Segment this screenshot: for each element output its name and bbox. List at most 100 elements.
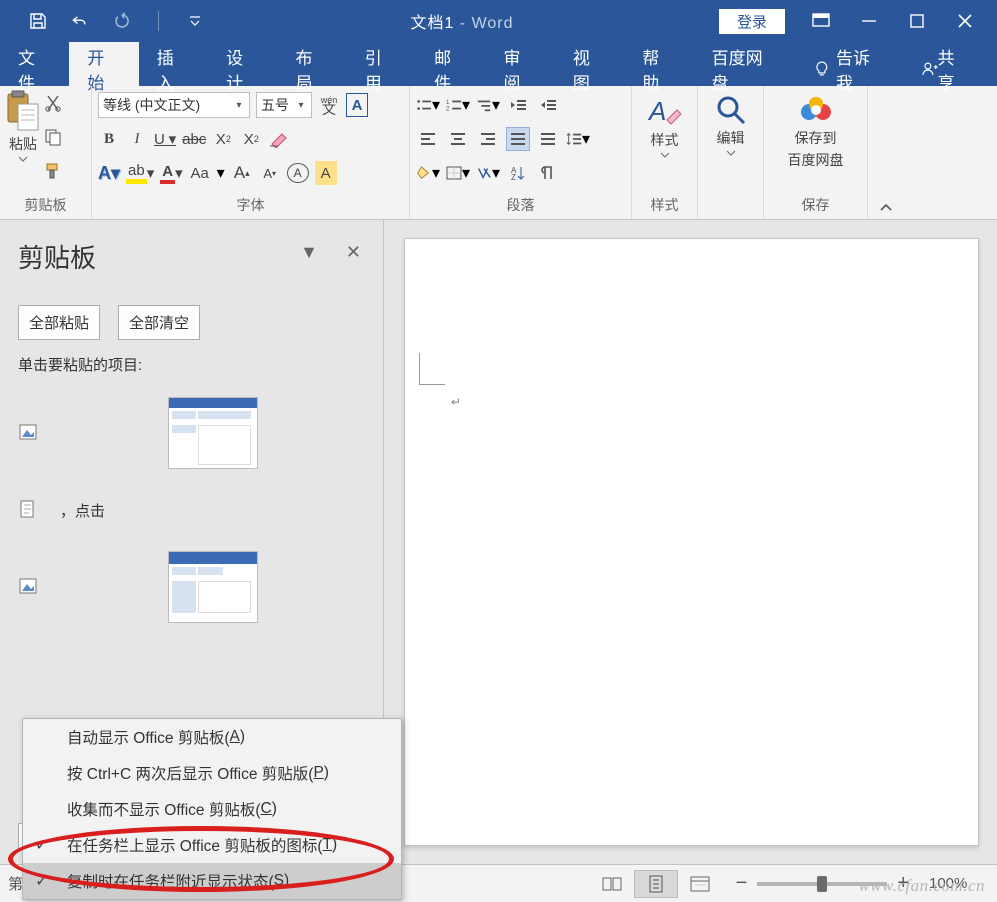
bold-button[interactable]: B — [98, 127, 120, 151]
text-effects-button[interactable]: A▾ — [98, 161, 120, 185]
tab-view[interactable]: 视图 — [555, 42, 624, 86]
qat-customize-icon[interactable] — [185, 11, 205, 31]
clear-formatting-icon[interactable] — [268, 127, 290, 151]
show-marks-icon[interactable] — [536, 161, 560, 185]
shading-icon[interactable]: ▾ — [416, 161, 440, 185]
zoom-slider-thumb[interactable] — [817, 876, 827, 892]
asian-layout-icon[interactable]: ▾ — [476, 161, 500, 185]
font-size-combo[interactable]: 五号 ▾ — [256, 92, 312, 118]
chevron-down-icon — [18, 156, 28, 162]
paste-button[interactable]: 粘贴 — [6, 90, 40, 162]
paste-all-button[interactable]: 全部粘贴 — [18, 305, 100, 340]
align-center-icon[interactable] — [446, 127, 470, 151]
cut-icon[interactable] — [44, 94, 66, 116]
char-shading-button[interactable]: A — [315, 161, 337, 185]
zoom-out-button[interactable]: − — [736, 872, 748, 895]
read-mode-icon[interactable] — [590, 870, 634, 898]
print-layout-icon[interactable] — [634, 870, 678, 898]
justify-icon[interactable] — [506, 127, 530, 151]
clipboard-item[interactable] — [18, 541, 365, 643]
font-name-combo[interactable]: 等线 (中文正文) ▾ — [98, 92, 250, 118]
increase-indent-icon[interactable] — [536, 93, 560, 117]
document-area[interactable]: ↵ — [384, 220, 997, 864]
text-item-icon — [18, 499, 40, 521]
menu-collect-no-show[interactable]: 收集而不显示 Office 剪贴板(C) — [23, 791, 401, 827]
share-button[interactable]: 共享 — [904, 42, 997, 86]
copy-icon[interactable] — [44, 128, 66, 150]
tab-layout[interactable]: 布局 — [277, 42, 346, 86]
login-button[interactable]: 登录 — [719, 9, 785, 34]
decrease-indent-icon[interactable] — [506, 93, 530, 117]
clipboard-item-text: ，点击 — [60, 500, 105, 521]
phonetic-guide-icon[interactable]: wén文 — [318, 93, 340, 117]
sort-icon[interactable]: AZ — [506, 161, 530, 185]
web-layout-icon[interactable] — [678, 870, 722, 898]
highlight-button[interactable]: ab▾ — [126, 161, 154, 185]
menu-auto-show[interactable]: 自动显示 Office 剪贴板(A) — [23, 719, 401, 755]
redo-icon[interactable] — [112, 11, 132, 31]
image-item-icon — [18, 422, 40, 444]
collapse-ribbon-icon[interactable] — [868, 86, 904, 219]
document-page[interactable]: ↵ — [404, 238, 979, 846]
page-indicator[interactable]: 第 — [8, 873, 23, 894]
panel-hint: 单击要粘贴的项目: — [18, 354, 365, 375]
menu-show-status[interactable]: ✓ 复制时在任务栏附近显示状态(S) — [23, 863, 401, 899]
italic-button[interactable]: I — [126, 127, 148, 151]
title-bar: 文档1 - Word 登录 — [0, 0, 997, 42]
numbering-icon[interactable]: 12▾ — [446, 93, 470, 117]
editing-button[interactable]: 编辑 — [704, 90, 757, 156]
align-left-icon[interactable] — [416, 127, 440, 151]
undo-icon[interactable] — [70, 11, 90, 31]
tab-insert[interactable]: 插入 — [139, 42, 208, 86]
margin-corner — [419, 353, 445, 385]
character-border-icon[interactable]: A — [346, 93, 368, 117]
save-icon[interactable] — [28, 11, 48, 31]
font-name-value: 等线 (中文正文) — [103, 95, 233, 115]
titlebar-right: 登录 — [719, 9, 997, 34]
multilevel-list-icon[interactable]: ▾ — [476, 93, 500, 117]
tab-review[interactable]: 审阅 — [486, 42, 555, 86]
menu-ctrl-c-twice[interactable]: 按 Ctrl+C 两次后显示 Office 剪贴版(P) — [23, 755, 401, 791]
maximize-icon[interactable] — [905, 9, 929, 33]
clear-all-button[interactable]: 全部清空 — [118, 305, 200, 340]
tab-design[interactable]: 设计 — [208, 42, 277, 86]
superscript-button[interactable]: X2 — [240, 127, 262, 151]
grow-font-button[interactable]: A▴ — [231, 161, 253, 185]
strikethrough-button[interactable]: abc — [182, 127, 206, 151]
menu-taskbar-icon[interactable]: ✓ 在任务栏上显示 Office 剪贴板的图标(T) — [23, 827, 401, 863]
underline-button[interactable]: U ▾ — [154, 127, 176, 151]
panel-close-icon[interactable]: ✕ — [346, 242, 361, 263]
change-case-button[interactable]: Aa — [189, 161, 211, 185]
ribbon-display-icon[interactable] — [809, 9, 833, 33]
clipboard-item[interactable] — [18, 387, 365, 489]
tab-help[interactable]: 帮助 — [624, 42, 693, 86]
distributed-icon[interactable] — [536, 127, 560, 151]
shrink-font-button[interactable]: A▾ — [259, 161, 281, 185]
svg-text:2: 2 — [446, 105, 450, 112]
enclose-chars-button[interactable]: A — [287, 163, 309, 183]
tell-me[interactable]: 告诉我 — [796, 42, 904, 86]
chevron-down-icon: ▾ — [233, 100, 245, 111]
styles-button[interactable]: A 样式 — [638, 90, 691, 158]
minimize-icon[interactable] — [857, 9, 881, 33]
paste-icon — [6, 90, 40, 132]
format-painter-icon[interactable] — [44, 162, 66, 184]
font-color-button[interactable]: A▾ — [160, 161, 182, 185]
tab-references[interactable]: 引用 — [347, 42, 416, 86]
tab-home[interactable]: 开始 — [69, 42, 138, 86]
tab-file[interactable]: 文件 — [0, 42, 69, 86]
align-right-icon[interactable] — [476, 127, 500, 151]
close-icon[interactable] — [953, 9, 977, 33]
panel-dropdown-icon[interactable]: ▼ — [300, 242, 318, 263]
subscript-button[interactable]: X2 — [212, 127, 234, 151]
borders-icon[interactable]: ▾ — [446, 161, 470, 185]
bullets-icon[interactable]: ▾ — [416, 93, 440, 117]
save-baidu-button[interactable]: 保存到 百度网盘 — [770, 90, 861, 170]
tab-mailings[interactable]: 邮件 — [416, 42, 485, 86]
line-spacing-icon[interactable]: ▾ — [566, 127, 590, 151]
tab-baidu[interactable]: 百度网盘 — [694, 42, 797, 86]
check-icon: ✓ — [35, 871, 48, 891]
clipboard-item[interactable]: ，点击 — [18, 489, 365, 541]
styles-icon: A — [647, 94, 683, 128]
paragraph-group-label: 段落 — [416, 193, 625, 219]
